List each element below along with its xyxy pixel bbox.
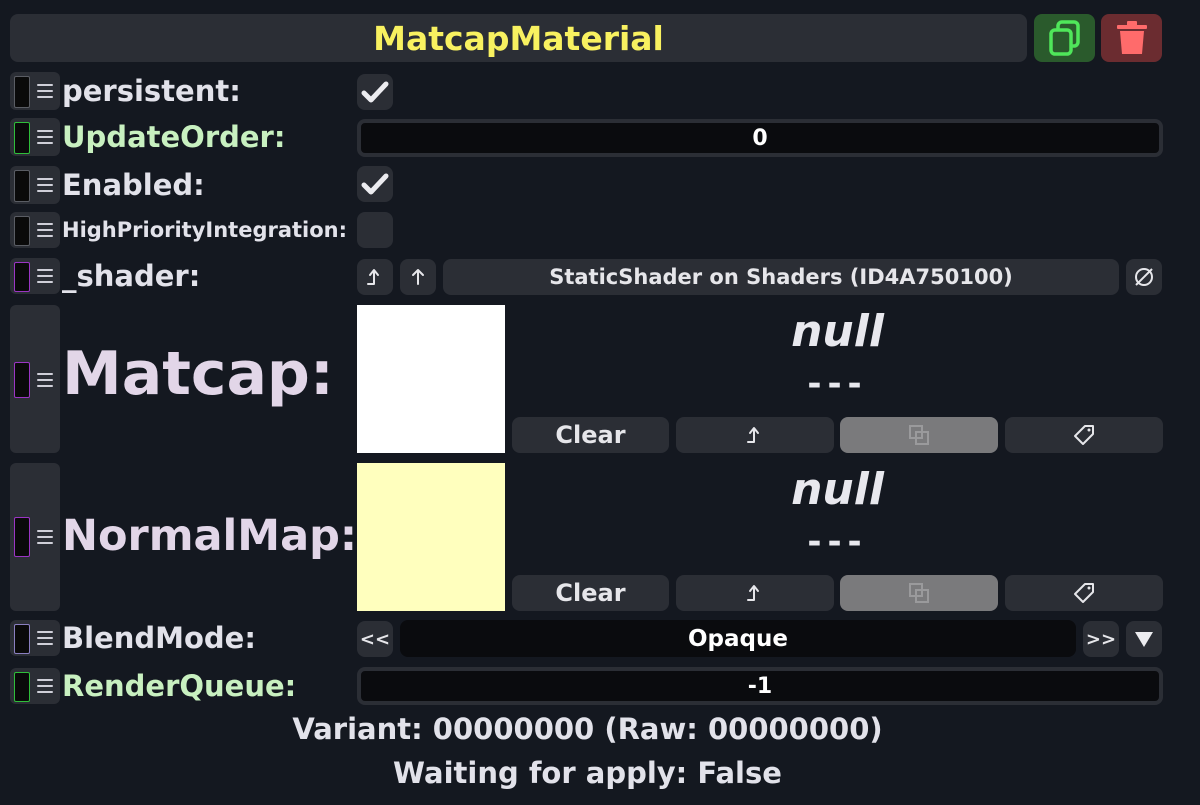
normal-map-copy-button[interactable] bbox=[840, 575, 998, 611]
component-title: MatcapMaterial bbox=[10, 14, 1027, 62]
menu-icon bbox=[37, 84, 53, 98]
update-order-label: UpdateOrder: bbox=[62, 120, 286, 154]
row-handle-update-order[interactable] bbox=[10, 118, 60, 156]
render-queue-input[interactable]: -1 bbox=[357, 667, 1163, 705]
drive-indicator bbox=[14, 262, 30, 292]
blend-mode-next-button[interactable]: >> bbox=[1083, 621, 1119, 657]
high-priority-checkbox[interactable] bbox=[357, 212, 393, 248]
normal-map-dash-text: --- bbox=[807, 522, 868, 562]
tag-icon bbox=[1074, 425, 1094, 445]
row-handle-normal-map[interactable] bbox=[10, 463, 60, 611]
render-queue-label: RenderQueue: bbox=[62, 669, 297, 703]
duplicate-icon bbox=[1048, 20, 1080, 56]
row-handle-blend-mode[interactable] bbox=[10, 620, 60, 656]
menu-icon bbox=[37, 631, 53, 645]
matcap-tag-button[interactable] bbox=[1005, 417, 1163, 453]
drive-indicator bbox=[14, 122, 30, 154]
check-icon bbox=[361, 81, 389, 103]
matcap-label: Matcap: bbox=[62, 339, 334, 409]
matcap-clear-button[interactable]: Clear bbox=[512, 417, 669, 453]
normal-map-clear-button[interactable]: Clear bbox=[512, 575, 669, 611]
menu-icon bbox=[37, 178, 53, 192]
matcap-null-text: null bbox=[791, 306, 884, 357]
drive-indicator bbox=[14, 517, 30, 557]
matcap-jump-button[interactable] bbox=[676, 417, 834, 453]
drive-indicator bbox=[14, 624, 30, 654]
menu-icon bbox=[37, 373, 53, 387]
matcap-dash-text: --- bbox=[807, 364, 868, 404]
waiting-for-apply-text: Waiting for apply: False bbox=[393, 756, 782, 790]
drive-indicator bbox=[14, 672, 30, 702]
normal-map-label: NormalMap: bbox=[62, 511, 358, 561]
persistent-checkbox[interactable] bbox=[357, 74, 393, 110]
shader-reference-field[interactable]: StaticShader on Shaders (ID4A750100) bbox=[443, 259, 1119, 295]
null-set-icon bbox=[1135, 268, 1153, 286]
shader-label: _shader: bbox=[62, 259, 201, 293]
blend-mode-prev-button[interactable]: << bbox=[357, 621, 393, 657]
matcap-texture-preview[interactable] bbox=[357, 305, 505, 453]
tag-icon bbox=[1074, 583, 1094, 603]
normal-map-texture-preview[interactable] bbox=[357, 463, 505, 611]
drive-indicator bbox=[14, 76, 30, 108]
trash-icon bbox=[1116, 21, 1147, 54]
blend-mode-dropdown-button[interactable] bbox=[1126, 621, 1162, 657]
shader-clear-button[interactable] bbox=[1126, 259, 1162, 295]
row-handle-render-queue[interactable] bbox=[10, 668, 60, 704]
arrow-up-icon bbox=[412, 269, 424, 285]
jump-icon bbox=[367, 269, 379, 285]
enabled-label: Enabled: bbox=[62, 168, 205, 202]
drive-indicator bbox=[14, 216, 30, 246]
copy-icon bbox=[909, 583, 929, 603]
shader-up-button[interactable] bbox=[400, 259, 436, 295]
delete-button[interactable] bbox=[1101, 14, 1162, 62]
blend-mode-label: BlendMode: bbox=[62, 621, 256, 655]
variant-text: Variant: 00000000 (Raw: 00000000) bbox=[292, 712, 883, 746]
drive-indicator bbox=[14, 362, 30, 398]
copy-icon bbox=[909, 425, 929, 445]
enabled-checkbox[interactable] bbox=[357, 166, 393, 202]
matcap-copy-button[interactable] bbox=[840, 417, 998, 453]
shader-jump-button[interactable] bbox=[357, 259, 393, 295]
row-handle-persistent[interactable] bbox=[10, 72, 60, 110]
row-handle-matcap[interactable] bbox=[10, 305, 60, 453]
row-handle-enabled[interactable] bbox=[10, 166, 60, 204]
triangle-down-icon bbox=[1135, 632, 1153, 647]
menu-icon bbox=[37, 269, 53, 283]
jump-icon bbox=[747, 585, 759, 601]
duplicate-button[interactable] bbox=[1034, 14, 1095, 62]
check-icon bbox=[361, 173, 389, 195]
normal-map-tag-button[interactable] bbox=[1005, 575, 1163, 611]
row-handle-high-priority[interactable] bbox=[10, 212, 60, 248]
high-priority-label: HighPriorityIntegration: bbox=[62, 218, 348, 242]
persistent-label: persistent: bbox=[62, 74, 241, 108]
normal-map-null-text: null bbox=[791, 464, 884, 515]
blend-mode-value[interactable]: Opaque bbox=[400, 620, 1076, 657]
update-order-input[interactable]: 0 bbox=[357, 119, 1163, 157]
jump-icon bbox=[747, 427, 759, 443]
menu-icon bbox=[37, 530, 53, 544]
menu-icon bbox=[37, 223, 53, 237]
normal-map-jump-button[interactable] bbox=[676, 575, 834, 611]
menu-icon bbox=[37, 130, 53, 144]
drive-indicator bbox=[14, 170, 30, 202]
row-handle-shader[interactable] bbox=[10, 258, 60, 294]
menu-icon bbox=[37, 679, 53, 693]
